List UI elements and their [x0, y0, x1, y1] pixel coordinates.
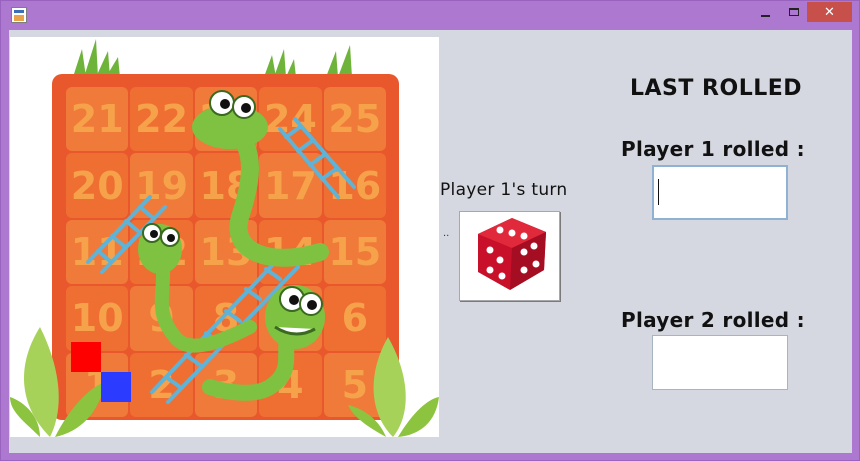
- minimize-icon: [760, 15, 770, 17]
- player1-rolled-field[interactable]: [652, 165, 788, 220]
- game-board: 21 22 23 24 25 20 19 18 17 16 11 12 13 1…: [10, 37, 439, 437]
- app-window: ✕ 21 22 23 24 25 20 19 18 17 16 1: [0, 0, 860, 461]
- player1-rolled-input[interactable]: [654, 167, 786, 218]
- roll-dice-button[interactable]: [459, 211, 560, 301]
- leaf-decoration-right: [348, 337, 439, 437]
- last-rolled-heading: LAST ROLLED: [630, 76, 803, 101]
- player1-token: [71, 342, 101, 372]
- status-dots: ..: [443, 228, 450, 239]
- maximize-icon: [789, 8, 799, 16]
- text-caret: [658, 179, 659, 205]
- title-bar[interactable]: ✕: [1, 1, 859, 29]
- close-button[interactable]: ✕: [807, 2, 852, 22]
- player2-rolled-label: Player 2 rolled :: [621, 308, 805, 332]
- minimize-button[interactable]: [751, 2, 779, 22]
- player2-token: [101, 372, 131, 402]
- maximize-button[interactable]: [780, 2, 808, 22]
- player1-rolled-label: Player 1 rolled :: [621, 137, 805, 161]
- player2-rolled-input[interactable]: [653, 336, 787, 389]
- player2-rolled-field[interactable]: [652, 335, 788, 390]
- java-app-icon[interactable]: [11, 7, 27, 23]
- red-dice-icon: [478, 218, 546, 290]
- content-pane: 21 22 23 24 25 20 19 18 17 16 11 12 13 1…: [9, 30, 852, 453]
- turn-label: Player 1's turn: [440, 180, 568, 200]
